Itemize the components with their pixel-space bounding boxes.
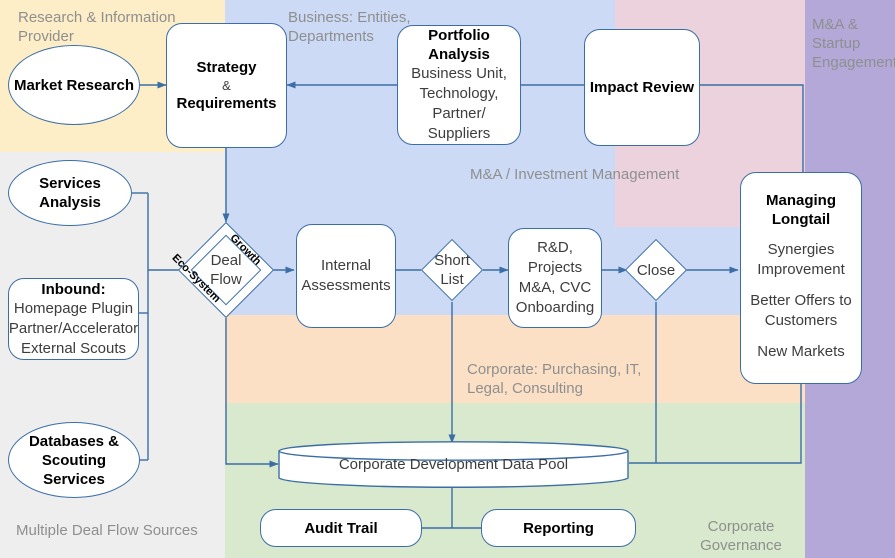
node-rd-line-2: M&A, CVC bbox=[518, 279, 592, 296]
band-label-corporate-governance: Corporate Governance bbox=[700, 518, 782, 554]
node-portfolio-analysis-title-2: Analysis bbox=[428, 46, 490, 63]
node-audit-trail-label: Audit Trail bbox=[304, 519, 378, 537]
node-databases-scouting-services[interactable]: Databases & Scouting Services bbox=[8, 422, 140, 498]
node-impact-review-label: Impact Review bbox=[589, 79, 695, 96]
node-managing-longtail-title-2: Longtail bbox=[771, 211, 831, 228]
node-internal-assessments[interactable]: Internal Assessments bbox=[296, 224, 396, 328]
node-close[interactable]: Close bbox=[624, 238, 688, 302]
node-rd-line-3: Onboarding bbox=[515, 299, 595, 316]
node-portfolio-analysis-title-1: Portfolio bbox=[428, 27, 490, 44]
node-strategy-ampersand: & bbox=[222, 78, 231, 93]
node-inbound-title: Inbound: bbox=[41, 280, 106, 298]
node-inbound[interactable]: Inbound: Homepage Plugin Partner/Acceler… bbox=[8, 278, 139, 360]
node-managing-longtail[interactable]: Managing Longtail Synergies Improvement … bbox=[740, 172, 862, 384]
band-label-ma-investment-management: M&A / Investment Management bbox=[470, 166, 680, 183]
node-inbound-line-2: Partner/Accelerator bbox=[8, 319, 139, 337]
node-portfolio-analysis-line-2: Technology, bbox=[419, 85, 499, 102]
node-audit-trail[interactable]: Audit Trail bbox=[260, 509, 422, 547]
band-label-ma-startup-engagement: M&A & Startup Engagement bbox=[812, 16, 895, 71]
node-managing-longtail-title-1: Managing bbox=[766, 192, 836, 209]
node-strategy-line-2: Requirements bbox=[176, 95, 277, 112]
node-databases-scouting-services-label: Databases & Scouting Services bbox=[28, 432, 120, 488]
node-market-research-label: Market Research bbox=[13, 76, 135, 94]
node-corporate-development-data-pool[interactable]: Corporate Development Data Pool bbox=[278, 441, 629, 488]
corporate-development-process-diagram: Research & Information Provider Business… bbox=[0, 0, 895, 558]
node-strategy-requirements[interactable]: Strategy & Requirements bbox=[166, 23, 287, 148]
node-close-label: Close bbox=[636, 261, 676, 279]
node-managing-longtail-benefit-2: Better Offers to Customers bbox=[750, 292, 852, 329]
node-portfolio-analysis-line-1: Business Unit, bbox=[411, 65, 507, 82]
node-portfolio-analysis-line-4: Suppliers bbox=[427, 125, 491, 142]
node-services-analysis[interactable]: Services Analysis bbox=[8, 160, 132, 226]
node-rd-line-1: R&D, Projects bbox=[527, 239, 583, 276]
node-services-analysis-label: Services Analysis bbox=[39, 175, 101, 211]
node-rd-projects-ma-cvc-onboarding[interactable]: R&D, Projects M&A, CVC Onboarding bbox=[508, 228, 602, 328]
node-market-research[interactable]: Market Research bbox=[8, 45, 140, 125]
node-short-list-label: Short List bbox=[434, 252, 470, 288]
node-managing-longtail-benefit-1: Synergies Improvement bbox=[757, 241, 845, 278]
band-label-multiple-deal-flow-sources: Multiple Deal Flow Sources bbox=[16, 522, 198, 539]
node-short-list[interactable]: Short List bbox=[420, 238, 484, 302]
node-portfolio-analysis[interactable]: Portfolio Analysis Business Unit, Techno… bbox=[397, 25, 521, 145]
node-inbound-line-3: External Scouts bbox=[20, 339, 127, 357]
node-reporting-label: Reporting bbox=[523, 519, 594, 537]
node-managing-longtail-benefit-3: New Markets bbox=[757, 343, 845, 360]
node-corporate-development-data-pool-label: Corporate Development Data Pool bbox=[338, 456, 569, 473]
node-strategy-line-1: Strategy bbox=[196, 59, 257, 76]
node-inbound-line-1: Homepage Plugin bbox=[13, 299, 134, 317]
node-internal-assessments-label: Internal Assessments bbox=[301, 257, 391, 294]
node-reporting[interactable]: Reporting bbox=[481, 509, 636, 547]
band-label-corporate-purchasing-it-legal-consulting: Corporate: Purchasing, IT, Legal, Consul… bbox=[467, 361, 642, 397]
node-impact-review[interactable]: Impact Review bbox=[584, 29, 700, 146]
node-portfolio-analysis-line-3: Partner/ bbox=[432, 105, 486, 122]
